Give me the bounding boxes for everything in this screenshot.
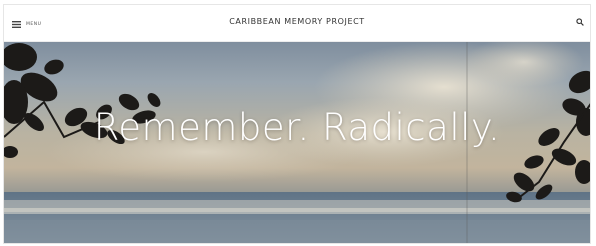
search-icon (576, 18, 584, 26)
search-button[interactable] (576, 18, 584, 26)
site-header: MENU CARIBBEAN MEMORY PROJECT (4, 5, 590, 42)
site-title[interactable]: CARIBBEAN MEMORY PROJECT (4, 17, 590, 26)
hero-tagline: Remember. Radically. (93, 106, 501, 149)
hero-banner: Remember. Radically. (4, 42, 590, 243)
page-frame: MENU CARIBBEAN MEMORY PROJECT Remember. … (3, 4, 591, 244)
